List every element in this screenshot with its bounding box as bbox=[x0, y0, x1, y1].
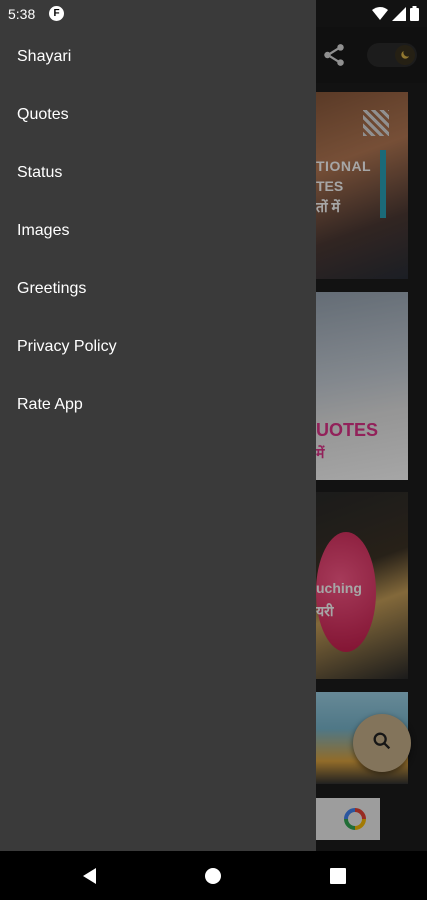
menu-item-label: Status bbox=[17, 164, 63, 181]
dark-mode-toggle[interactable] bbox=[367, 43, 417, 67]
home-icon[interactable] bbox=[204, 867, 222, 885]
search-button[interactable] bbox=[353, 714, 411, 772]
card-title: TIONAL bbox=[316, 158, 372, 174]
menu-item-quotes[interactable]: Quotes bbox=[0, 86, 316, 144]
signal-icon bbox=[392, 6, 406, 26]
menu-item-label: Greetings bbox=[17, 280, 87, 297]
ad-logo-icon bbox=[344, 808, 366, 830]
menu-item-shayari[interactable]: Shayari bbox=[0, 28, 316, 86]
moon-icon bbox=[395, 45, 415, 65]
navigation-drawer: Shayari Quotes Status Images Greetings P… bbox=[0, 0, 316, 851]
card-title: TES bbox=[316, 178, 344, 194]
battery-icon bbox=[410, 6, 419, 26]
category-card[interactable]: UOTES में bbox=[316, 292, 408, 480]
menu-item-label: Images bbox=[17, 222, 70, 239]
back-icon[interactable] bbox=[81, 867, 99, 885]
category-card[interactable]: uching यरी bbox=[316, 492, 408, 679]
menu-item-label: Privacy Policy bbox=[17, 338, 117, 355]
status-icons bbox=[372, 6, 419, 26]
category-card[interactable]: TIONAL TES तों में bbox=[316, 92, 408, 279]
app-notification-icon: F bbox=[49, 6, 64, 21]
card-subtitle: में bbox=[316, 445, 325, 461]
menu-item-label: Shayari bbox=[17, 48, 72, 65]
card-title: UOTES bbox=[316, 420, 379, 440]
card-subtitle: यरी bbox=[316, 603, 334, 619]
menu-item-status[interactable]: Status bbox=[0, 144, 316, 202]
share-icon[interactable] bbox=[321, 42, 347, 68]
menu-item-privacy-policy[interactable]: Privacy Policy bbox=[0, 318, 316, 376]
menu-item-label: Quotes bbox=[17, 106, 69, 123]
recents-icon[interactable] bbox=[329, 867, 347, 885]
card-title: uching bbox=[316, 580, 362, 596]
wifi-icon bbox=[372, 6, 388, 26]
drawer-menu: Shayari Quotes Status Images Greetings P… bbox=[0, 28, 316, 434]
card-subtitle: तों में bbox=[316, 199, 340, 215]
search-icon bbox=[371, 730, 393, 757]
menu-item-rate-app[interactable]: Rate App bbox=[0, 376, 316, 434]
ad-banner[interactable] bbox=[316, 798, 380, 840]
menu-item-images[interactable]: Images bbox=[0, 202, 316, 260]
system-nav-bar bbox=[0, 851, 427, 900]
decorative-pattern bbox=[363, 110, 389, 136]
menu-item-label: Rate App bbox=[17, 396, 83, 413]
menu-item-greetings[interactable]: Greetings bbox=[0, 260, 316, 318]
status-bar: 5:38 F bbox=[0, 0, 427, 27]
status-time: 5:38 bbox=[8, 6, 36, 22]
